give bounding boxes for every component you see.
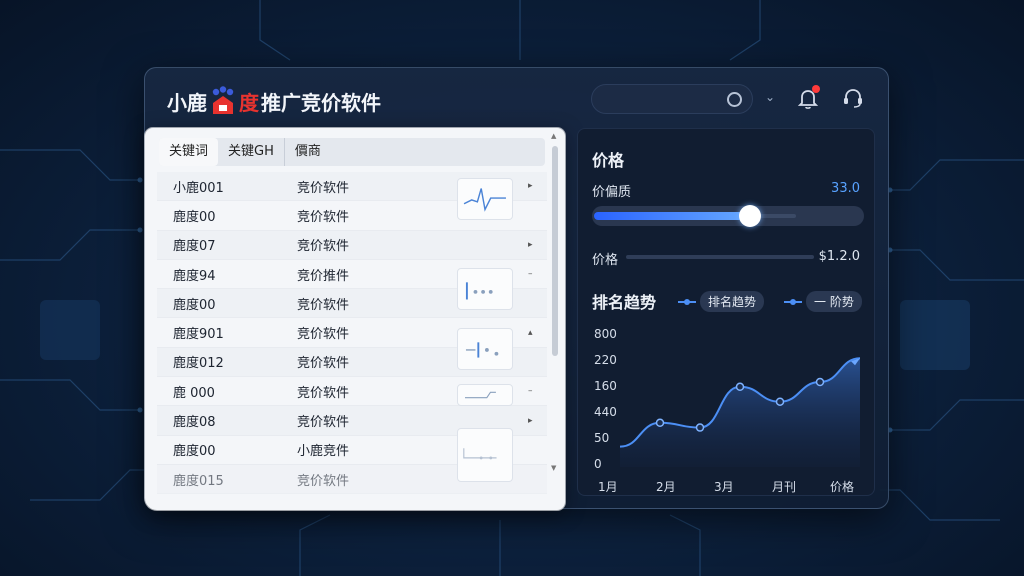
value-cell: 竞价软件 [297, 415, 350, 431]
value-cell: 竞价软件 [297, 297, 350, 313]
row-arrow-icon[interactable]: – [528, 386, 533, 396]
sparkline-flat [457, 384, 513, 406]
tab-keywords[interactable]: 关键词 [159, 138, 219, 166]
keyword-table: 小鹿001 竞价软件 ▸ 鹿度00 竞价软件 鹿度07 竞价软件 ▸ 鹿度94 … [157, 172, 547, 495]
legend-label: 一 阶势 [806, 291, 862, 312]
bid-label: 价偏质 [592, 185, 632, 200]
app-logo: 小鹿 度 推广竞价软件 [167, 86, 381, 116]
x-tick-label: 月刊 [772, 480, 796, 494]
price-label: 价格 [592, 253, 619, 268]
keyword-cell: 鹿度08 [173, 415, 216, 431]
price-track[interactable] [626, 255, 814, 259]
app-title-suffix: 推广竞价软件 [261, 90, 381, 115]
x-tick-label: 1月 [598, 480, 618, 494]
y-tick-label: 800 [594, 327, 617, 341]
trend-point[interactable] [695, 423, 705, 432]
keyword-cell: 小鹿001 [173, 180, 224, 196]
search-icon[interactable] [727, 92, 742, 107]
scroll-up-icon[interactable]: ▲ [551, 132, 556, 140]
x-tick-label: 价格 [830, 479, 854, 494]
value-cell: 竞价软件 [297, 473, 350, 489]
keyword-cell: 鹿度015 [173, 473, 224, 489]
legend-line-icon [784, 298, 802, 305]
scroll-thumb[interactable] [552, 146, 558, 356]
headset-icon[interactable] [841, 86, 865, 110]
row-arrow-icon[interactable]: ▴ [528, 328, 533, 338]
row-arrow-icon[interactable]: ▸ [528, 416, 533, 426]
value-cell: 竞价软件 [297, 356, 350, 372]
y-tick-label: 440 [594, 405, 617, 419]
legend-item-second[interactable]: 一 阶势 [784, 291, 862, 312]
value-cell: 竞价软件 [297, 385, 350, 401]
tab-price[interactable]: 價商 [283, 138, 331, 166]
scroll-down-icon[interactable]: ▼ [551, 464, 556, 472]
trend-point[interactable] [815, 377, 825, 387]
legend-line-icon [678, 298, 696, 305]
trend-point[interactable] [655, 418, 665, 428]
slider-fill [594, 212, 748, 220]
legend-item-rank[interactable]: 排名趋势 [678, 291, 765, 312]
trend-title: 排名趋势 [592, 293, 657, 312]
keyword-cell: 鹿 000 [173, 385, 215, 401]
price-value: $1.2.0 [818, 249, 860, 264]
keyword-panel: 关键词 关键GH 價商 小鹿001 竞价软件 ▸ 鹿度00 竞价软件 鹿度07 … [145, 128, 565, 510]
search-input[interactable] [591, 84, 753, 114]
keyword-cell: 鹿度07 [173, 239, 216, 255]
app-window: 小鹿 度 推广竞价软件 ⌄ 关键词 关键GH 價商 小鹿001 竞价软件 ▸ 鹿… [144, 67, 889, 510]
keyword-cell: 鹿度00 [173, 444, 216, 460]
sparkline-bars [457, 328, 513, 370]
y-tick-label: 0 [594, 457, 602, 471]
trend-point[interactable] [775, 397, 785, 406]
sparkline-wave [457, 178, 513, 220]
legend-label: 排名趋势 [700, 291, 765, 312]
tab-bar: 关键词 关键GH 價商 [159, 138, 545, 166]
app-title-mark: 度 [239, 90, 259, 115]
trend-area [620, 358, 860, 467]
keyword-cell: 鹿度901 [173, 327, 224, 343]
value-cell: 竞价软件 [297, 239, 350, 255]
value-cell: 小鹿竞件 [297, 444, 350, 460]
y-tick-label: 220 [594, 353, 617, 367]
keyword-cell: 鹿度00 [173, 297, 216, 313]
slider-knob[interactable] [739, 205, 761, 227]
keyword-cell: 鹿度94 [173, 268, 216, 284]
notification-dot [812, 85, 820, 93]
paw-logo-icon [212, 86, 234, 114]
keyword-cell: 鹿度00 [173, 209, 216, 225]
y-tick-label: 160 [594, 379, 617, 393]
chevron-down-icon[interactable]: ⌄ [765, 90, 775, 104]
row-arrow-icon[interactable]: ▸ [528, 240, 533, 250]
price-section-title: 价格 [592, 151, 625, 170]
slider-rest [758, 214, 796, 218]
tab-keyword-group[interactable]: 关键GH [218, 138, 284, 166]
bid-value: 33.0 [831, 181, 860, 196]
value-cell: 竞价软件 [297, 180, 350, 196]
y-tick-label: 50 [594, 431, 609, 445]
trend-point[interactable] [735, 382, 745, 392]
price-panel: 价格 价偏质 33.0 价格 $1.2.0 排名趋势 排名趋势 一 阶势 800… [577, 128, 875, 496]
keyword-cell: 鹿度012 [173, 356, 224, 372]
scrollbar[interactable]: ▲ ▼ [551, 132, 559, 506]
row-arrow-icon[interactable]: – [528, 269, 533, 279]
x-tick-label: 2月 [656, 480, 676, 494]
value-cell: 竞价软件 [297, 209, 350, 225]
trend-chart: 800 220 160 440 50 0 1月 2月 3月 月刊 价格 [594, 327, 861, 494]
app-title-prefix: 小鹿 [167, 90, 207, 115]
value-cell: 竞价推件 [297, 268, 350, 284]
x-tick-label: 3月 [714, 480, 734, 494]
sparkline-line [457, 428, 513, 482]
table-row[interactable]: 鹿度07 竞价软件 ▸ [157, 230, 547, 260]
sparkline-dots [457, 268, 513, 310]
bid-slider[interactable] [592, 205, 864, 227]
value-cell: 竞价软件 [297, 327, 350, 343]
row-arrow-icon[interactable]: ▸ [528, 181, 533, 191]
